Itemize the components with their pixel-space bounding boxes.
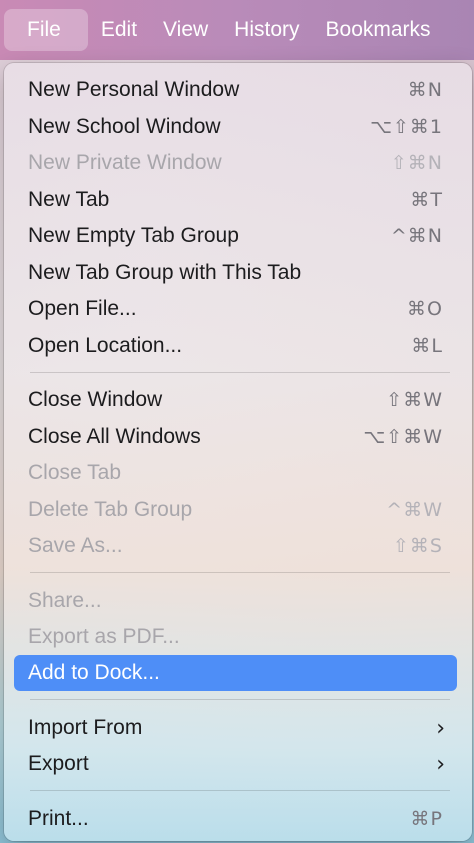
- file-menu-dropdown: New Personal Window ⌘N New School Window…: [4, 63, 472, 841]
- menu-separator: [30, 699, 450, 700]
- menu-item-new-personal-window[interactable]: New Personal Window ⌘N: [14, 73, 457, 107]
- menu-item-label: Close Tab: [28, 461, 122, 484]
- menu-item-open-file[interactable]: Open File... ⌘O: [14, 292, 457, 326]
- menu-item-close-tab: Close Tab: [14, 456, 457, 490]
- shortcut-label: ⌥⇧⌘W: [363, 426, 443, 448]
- menu-item-close-window[interactable]: Close Window ⇧⌘W: [14, 383, 457, 417]
- chevron-right-icon: ›: [436, 751, 445, 777]
- chevron-right-icon: ›: [436, 715, 445, 741]
- menu-item-label: New Tab Group with This Tab: [28, 261, 302, 284]
- menu-item-import-from[interactable]: Import From ›: [14, 711, 457, 745]
- menu-item-label: Save As...: [28, 534, 123, 557]
- menu-item-export[interactable]: Export ›: [14, 747, 457, 781]
- menu-item-label: New Private Window: [28, 151, 222, 174]
- menu-item-label: Close Window: [28, 388, 163, 411]
- menu-item-open-location[interactable]: Open Location... ⌘L: [14, 329, 457, 363]
- menu-item-new-tab-group-with-this-tab[interactable]: New Tab Group with This Tab: [14, 256, 457, 290]
- menu-item-new-school-window[interactable]: New School Window ⌥⇧⌘1: [14, 110, 457, 144]
- menu-item-label: New Tab: [28, 188, 110, 211]
- menubar-edit[interactable]: Edit: [88, 9, 150, 51]
- shortcut-label: ⌘L: [411, 335, 443, 357]
- menubar-view[interactable]: View: [150, 9, 221, 51]
- menu-bar: File Edit View History Bookmarks: [0, 0, 474, 60]
- menu-separator: [30, 572, 450, 573]
- menu-item-export-as-pdf: Export as PDF...: [14, 620, 457, 654]
- shortcut-label: ⇧⌘N: [390, 152, 443, 174]
- menu-item-delete-tab-group: Delete Tab Group ^⌘W: [14, 493, 457, 527]
- shortcut-label: ⌘N: [407, 79, 443, 101]
- menu-item-label: Open File...: [28, 297, 137, 320]
- menu-item-label: New Empty Tab Group: [28, 224, 239, 247]
- shortcut-label: ^⌘N: [390, 225, 443, 247]
- shortcut-label: ⌘P: [410, 808, 443, 830]
- menu-item-share: Share...: [14, 584, 457, 618]
- shortcut-label: ⌘O: [407, 298, 443, 320]
- menubar-file[interactable]: File: [4, 9, 88, 51]
- menu-item-save-as: Save As... ⇧⌘S: [14, 529, 457, 563]
- menu-item-label: Add to Dock...: [28, 661, 160, 684]
- menu-item-label: Close All Windows: [28, 425, 201, 448]
- shortcut-label: ⌘T: [410, 189, 443, 211]
- menu-item-print[interactable]: Print... ⌘P: [14, 802, 457, 836]
- menubar-history[interactable]: History: [221, 9, 312, 51]
- menu-item-label: Export: [28, 752, 89, 775]
- menu-item-new-empty-tab-group[interactable]: New Empty Tab Group ^⌘N: [14, 219, 457, 253]
- menu-item-add-to-dock[interactable]: Add to Dock...: [14, 655, 457, 691]
- menu-separator: [30, 372, 450, 373]
- menu-separator: [30, 790, 450, 791]
- menu-item-label: New Personal Window: [28, 78, 240, 101]
- menu-item-close-all-windows[interactable]: Close All Windows ⌥⇧⌘W: [14, 420, 457, 454]
- shortcut-label: ^⌘W: [386, 499, 443, 521]
- menubar-bookmarks[interactable]: Bookmarks: [313, 9, 444, 51]
- menu-item-label: Print...: [28, 807, 89, 830]
- menu-item-label: Import From: [28, 716, 143, 739]
- shortcut-label: ⇧⌘W: [386, 389, 443, 411]
- menu-item-label: Open Location...: [28, 334, 183, 357]
- menu-item-new-private-window: New Private Window ⇧⌘N: [14, 146, 457, 180]
- menu-item-label: Delete Tab Group: [28, 498, 193, 521]
- menu-item-label: New School Window: [28, 115, 221, 138]
- shortcut-label: ⇧⌘S: [393, 535, 443, 557]
- menu-item-label: Share...: [28, 589, 102, 612]
- menu-item-new-tab[interactable]: New Tab ⌘T: [14, 183, 457, 217]
- menu-item-label: Export as PDF...: [28, 625, 180, 648]
- shortcut-label: ⌥⇧⌘1: [370, 116, 443, 138]
